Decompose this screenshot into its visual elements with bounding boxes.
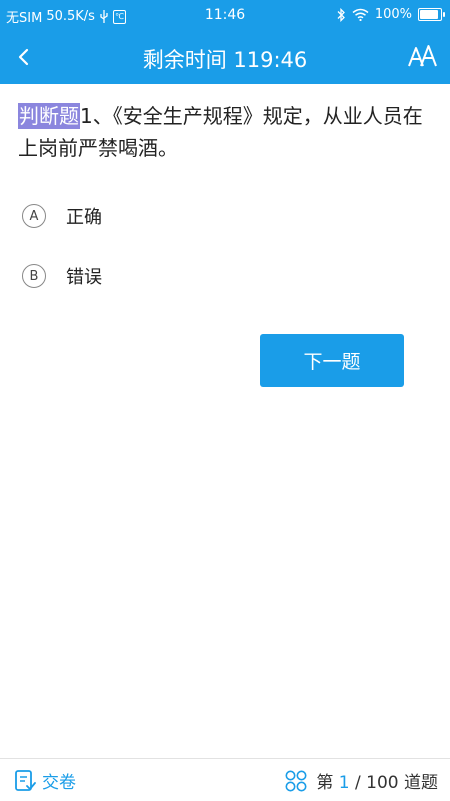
- next-question-button[interactable]: 下一题: [260, 334, 404, 387]
- question-text-block: 判断题1、《安全生产规程》规定，从业人员在上岗前严禁喝酒。: [18, 100, 432, 164]
- option-a-text: 正确: [66, 207, 102, 228]
- option-a[interactable]: A 正确: [22, 201, 102, 231]
- submit-label: 交卷: [42, 773, 76, 793]
- progress-current: 1: [338, 773, 350, 793]
- wifi-icon: [352, 8, 369, 21]
- submit-button[interactable]: 交卷: [14, 768, 76, 793]
- question-grid-icon: [285, 770, 307, 791]
- status-right: 100%: [337, 7, 445, 22]
- battery-icon: [418, 8, 445, 21]
- progress-text: 第 1 / 100 道题: [316, 773, 438, 793]
- font-size-icon[interactable]: [408, 44, 438, 70]
- status-bar: 无SIM 50.5K/s ℃ 11:46 100%: [0, 0, 450, 30]
- battery-percent: 100%: [374, 7, 412, 22]
- bluetooth-icon: [337, 7, 345, 22]
- option-a-letter: A: [22, 204, 46, 228]
- option-b-text: 错误: [66, 267, 102, 288]
- option-b[interactable]: B 错误: [22, 261, 102, 291]
- bottom-bar: 交卷 第 1 / 100 道题: [0, 758, 450, 801]
- question-progress[interactable]: 第 1 / 100 道题: [284, 768, 438, 793]
- submit-paper-icon: [15, 769, 36, 791]
- page-title: 剩余时间 119:46: [142, 48, 308, 72]
- option-b-letter: B: [22, 264, 46, 288]
- question-type-badge: 判断题: [18, 103, 80, 129]
- title-bar: 剩余时间 119:46: [0, 30, 450, 84]
